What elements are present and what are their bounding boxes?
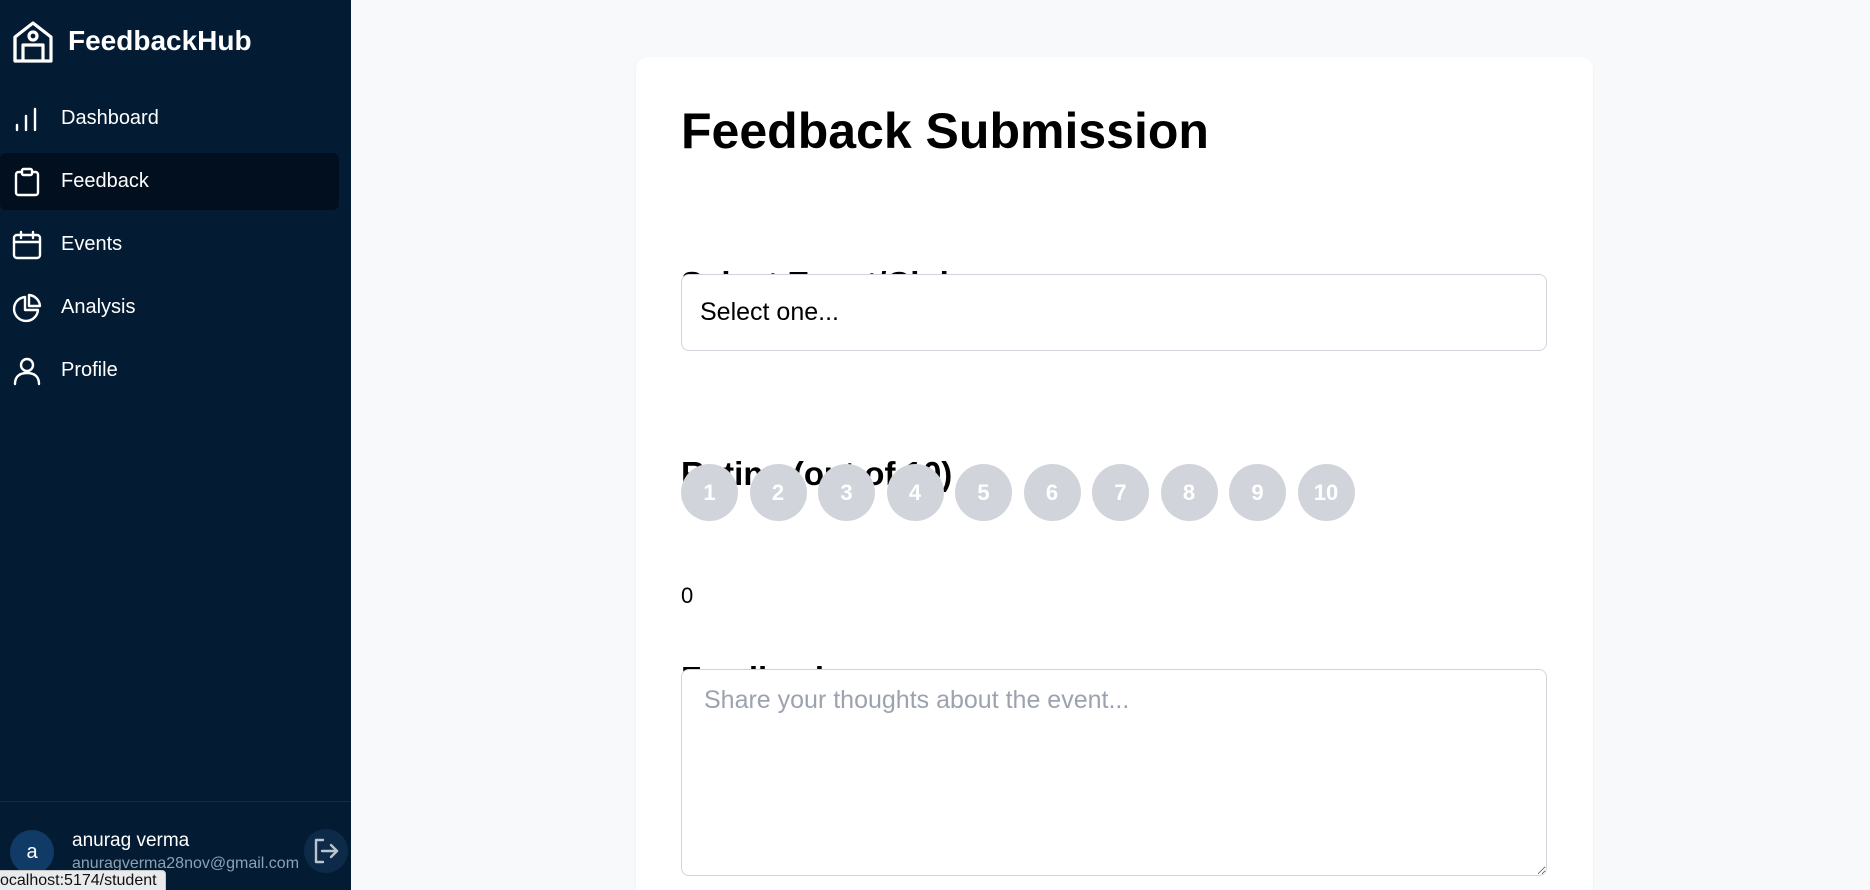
sidebar-item-label: Events — [61, 233, 123, 255]
sidebar-item-label: Analysis — [61, 296, 136, 318]
logout-button[interactable] — [304, 829, 348, 873]
sidebar-item-events[interactable]: Events — [0, 216, 339, 273]
app-name: FeedbackHub — [68, 25, 252, 56]
rating-options: 1 2 3 4 5 6 7 8 9 10 — [681, 464, 1366, 521]
user-icon — [13, 357, 41, 385]
rating-option-8[interactable]: 8 — [1160, 464, 1218, 521]
sidebar: FeedbackHub Dashboard Feedback Events An… — [0, 0, 351, 890]
sidebar-item-profile[interactable]: Profile — [0, 342, 339, 399]
feedback-textarea[interactable] — [681, 669, 1547, 876]
avatar[interactable]: a — [10, 830, 54, 874]
sidebar-item-dashboard[interactable]: Dashboard — [0, 90, 339, 147]
event-select[interactable]: Select one... — [681, 274, 1547, 351]
pie-chart-icon — [12, 293, 42, 322]
user-name: anurag verma — [72, 830, 190, 851]
school-logo-icon — [13, 21, 53, 63]
rating-value: 0 — [681, 583, 694, 608]
bar-chart-icon — [15, 107, 37, 131]
sidebar-item-label: Feedback — [61, 170, 149, 192]
logout-icon — [314, 838, 339, 864]
sidebar-item-label: Profile — [61, 359, 118, 381]
rating-option-6[interactable]: 6 — [1023, 464, 1081, 521]
rating-option-4[interactable]: 4 — [886, 464, 944, 521]
sidebar-item-feedback[interactable]: Feedback — [0, 153, 339, 210]
page-title: Feedback Submission — [681, 103, 1209, 159]
rating-option-1[interactable]: 1 — [681, 464, 738, 521]
sidebar-item-analysis[interactable]: Analysis — [0, 279, 339, 336]
status-bar-url: ocalhost:5174/student — [0, 870, 166, 890]
rating-option-7[interactable]: 7 — [1092, 464, 1149, 521]
calendar-icon — [12, 230, 42, 259]
rating-option-10[interactable]: 10 — [1297, 464, 1355, 521]
sidebar-nav: Dashboard Feedback Events Analysis Profi… — [0, 90, 351, 405]
rating-option-2[interactable]: 2 — [749, 464, 807, 521]
feedback-form-card: Feedback Submission Select Event/Club Se… — [636, 57, 1593, 890]
clipboard-icon — [14, 167, 40, 196]
event-select-value: Select one... — [700, 298, 839, 326]
rating-option-3[interactable]: 3 — [818, 464, 875, 521]
rating-option-5[interactable]: 5 — [955, 464, 1012, 521]
sidebar-item-label: Dashboard — [61, 107, 159, 129]
brand[interactable]: FeedbackHub — [12, 18, 252, 64]
rating-option-9[interactable]: 9 — [1229, 464, 1286, 521]
